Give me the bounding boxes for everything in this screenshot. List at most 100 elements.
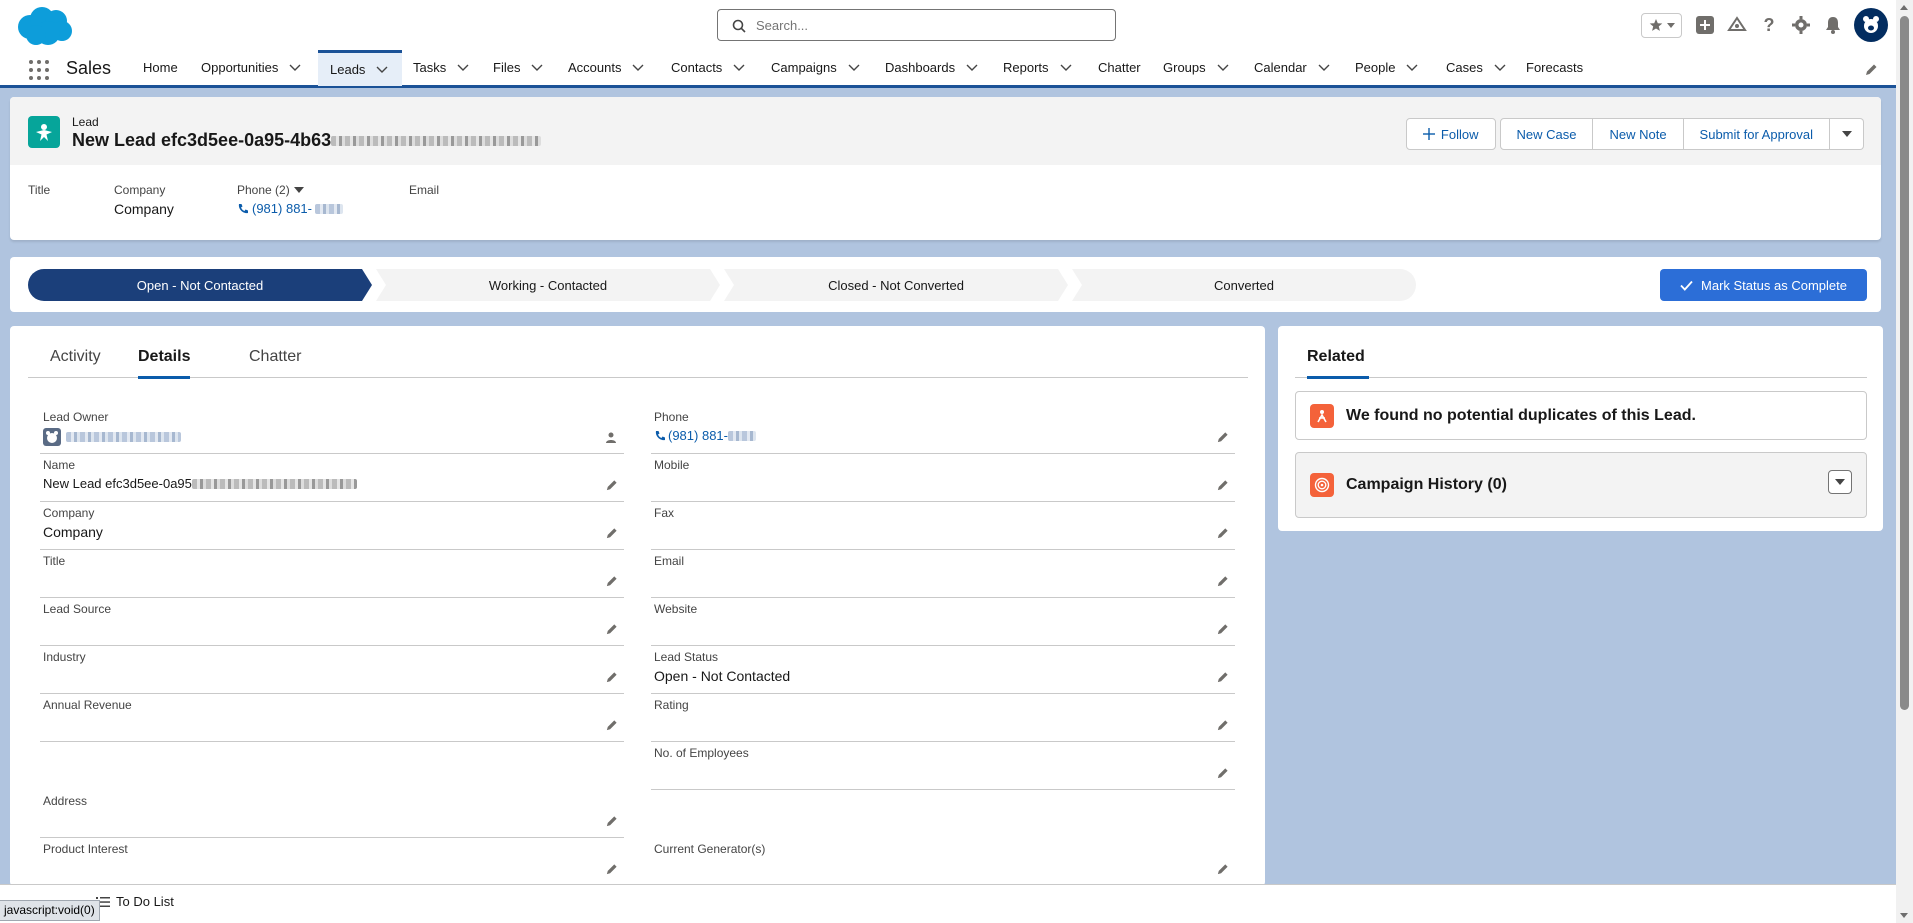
field-label: Annual Revenue: [43, 698, 132, 712]
edit-pencil-icon[interactable]: [1215, 478, 1229, 492]
field-label: Industry: [43, 650, 86, 664]
chevron-down-icon[interactable]: [965, 61, 979, 75]
chevron-down-icon: [293, 187, 304, 193]
edit-pencil-icon[interactable]: [1215, 670, 1229, 684]
setup-button[interactable]: [1790, 14, 1812, 36]
tab-calendar[interactable]: Calendar: [1254, 50, 1331, 85]
chevron-down-icon[interactable]: [456, 61, 470, 75]
search-input[interactable]: [756, 15, 1096, 35]
chevron-down-icon[interactable]: [530, 61, 544, 75]
tab-leads[interactable]: Leads: [318, 50, 402, 86]
phone-link[interactable]: (981) 881-: [237, 201, 343, 216]
tab-cases[interactable]: Cases: [1446, 50, 1507, 85]
path-step-open[interactable]: Open - Not Contacted: [28, 269, 372, 301]
field-current-generators: Current Generator(s): [651, 838, 1235, 886]
edit-pencil-icon[interactable]: [1215, 622, 1229, 636]
field-label: Company: [114, 183, 166, 197]
scroll-down-arrow[interactable]: [1900, 913, 1908, 918]
edit-pencil-icon[interactable]: [1215, 430, 1229, 444]
campaign-history-menu-button[interactable]: [1828, 470, 1852, 494]
follow-button[interactable]: Follow: [1405, 118, 1496, 150]
help-button[interactable]: ?: [1758, 14, 1780, 36]
to-do-list-button[interactable]: To Do List: [96, 894, 174, 909]
chevron-down-icon[interactable]: [631, 61, 645, 75]
browser-status-url: javascript:void(0): [0, 900, 100, 921]
tab-details[interactable]: Details: [138, 348, 191, 379]
chevron-down-icon[interactable]: [375, 63, 389, 77]
tab-home[interactable]: Home: [143, 50, 178, 85]
user-avatar[interactable]: [1854, 8, 1888, 42]
edit-pencil-icon[interactable]: [604, 526, 618, 540]
tab-related[interactable]: Related: [1307, 348, 1369, 379]
app-launcher-icon[interactable]: [29, 60, 49, 80]
field-label: No. of Employees: [654, 746, 749, 760]
highlight-phone: Phone (2) (981) 881-: [237, 183, 343, 216]
trailhead-button[interactable]: [1726, 14, 1748, 36]
phone-link[interactable]: (981) 881-: [654, 428, 756, 443]
new-note-button[interactable]: New Note: [1593, 118, 1684, 150]
tab-tasks[interactable]: Tasks: [413, 50, 470, 85]
chevron-down-icon[interactable]: [1216, 61, 1230, 75]
tab-reports[interactable]: Reports: [1003, 50, 1073, 85]
favorites-button[interactable]: [1641, 12, 1682, 38]
tab-activity[interactable]: Activity: [50, 348, 101, 376]
mark-status-complete-button[interactable]: Mark Status as Complete: [1660, 269, 1867, 301]
favorites-star-icon: [1649, 19, 1662, 31]
edit-pencil-icon[interactable]: [1215, 862, 1229, 876]
tab-dashboards[interactable]: Dashboards: [885, 50, 979, 85]
global-add-button[interactable]: [1694, 14, 1716, 36]
field-employees: No. of Employees: [651, 742, 1235, 790]
owner-link[interactable]: [66, 432, 181, 442]
chevron-down-icon[interactable]: [847, 61, 861, 75]
edit-pencil-icon[interactable]: [1215, 526, 1229, 540]
field-label: Current Generator(s): [654, 842, 766, 856]
tab-contacts[interactable]: Contacts: [671, 50, 746, 85]
chevron-down-icon[interactable]: [1317, 61, 1331, 75]
chevron-down-icon[interactable]: [1059, 61, 1073, 75]
field-label: Mobile: [654, 458, 690, 472]
tab-files[interactable]: Files: [493, 50, 544, 85]
tab-label: Groups: [1163, 60, 1206, 75]
chevron-down-icon[interactable]: [1405, 61, 1419, 75]
scroll-up-arrow[interactable]: [1900, 5, 1908, 10]
edit-nav-pencil-icon[interactable]: [1864, 63, 1878, 77]
change-owner-icon[interactable]: [604, 430, 618, 444]
tab-groups[interactable]: Groups: [1163, 50, 1230, 85]
tab-people[interactable]: People: [1355, 50, 1419, 85]
salesforce-cloud-logo[interactable]: [14, 5, 74, 47]
submit-for-approval-button[interactable]: Submit for Approval: [1683, 118, 1830, 150]
chevron-down-icon[interactable]: [1493, 61, 1507, 75]
campaign-history-title[interactable]: Campaign History (0): [1346, 476, 1507, 494]
chevron-down-icon[interactable]: [732, 61, 746, 75]
global-search[interactable]: [717, 9, 1116, 41]
tab-forecasts[interactable]: Forecasts: [1526, 50, 1583, 85]
edit-pencil-icon[interactable]: [604, 622, 618, 636]
path-step-working[interactable]: Working - Contacted: [376, 269, 720, 301]
edit-pencil-icon[interactable]: [1215, 718, 1229, 732]
path-step-converted[interactable]: Converted: [1072, 269, 1416, 301]
edit-pencil-icon[interactable]: [604, 670, 618, 684]
redacted-text: [314, 203, 343, 214]
edit-pencil-icon[interactable]: [604, 814, 618, 828]
edit-pencil-icon[interactable]: [604, 478, 618, 492]
redacted-text: [727, 430, 756, 441]
edit-pencil-icon[interactable]: [1215, 574, 1229, 588]
more-actions-button[interactable]: [1830, 118, 1864, 150]
tab-label: Home: [143, 60, 178, 75]
notifications-button[interactable]: [1822, 14, 1844, 36]
tab-campaigns[interactable]: Campaigns: [771, 50, 861, 85]
scrollbar-thumb[interactable]: [1900, 16, 1909, 710]
new-case-button[interactable]: New Case: [1499, 118, 1594, 150]
chevron-down-icon[interactable]: [288, 61, 302, 75]
edit-pencil-icon[interactable]: [604, 862, 618, 876]
phone-dropdown[interactable]: Phone (2): [237, 183, 343, 197]
tab-chatter[interactable]: Chatter: [1098, 50, 1141, 85]
path-step-closed[interactable]: Closed - Not Converted: [724, 269, 1068, 301]
tab-accounts[interactable]: Accounts: [568, 50, 645, 85]
tab-chatter-record[interactable]: Chatter: [249, 348, 301, 376]
edit-pencil-icon[interactable]: [604, 574, 618, 588]
edit-pencil-icon[interactable]: [604, 718, 618, 732]
edit-pencil-icon[interactable]: [1215, 766, 1229, 780]
page-scrollbar[interactable]: [1896, 0, 1913, 923]
tab-opportunities[interactable]: Opportunities: [201, 50, 302, 85]
